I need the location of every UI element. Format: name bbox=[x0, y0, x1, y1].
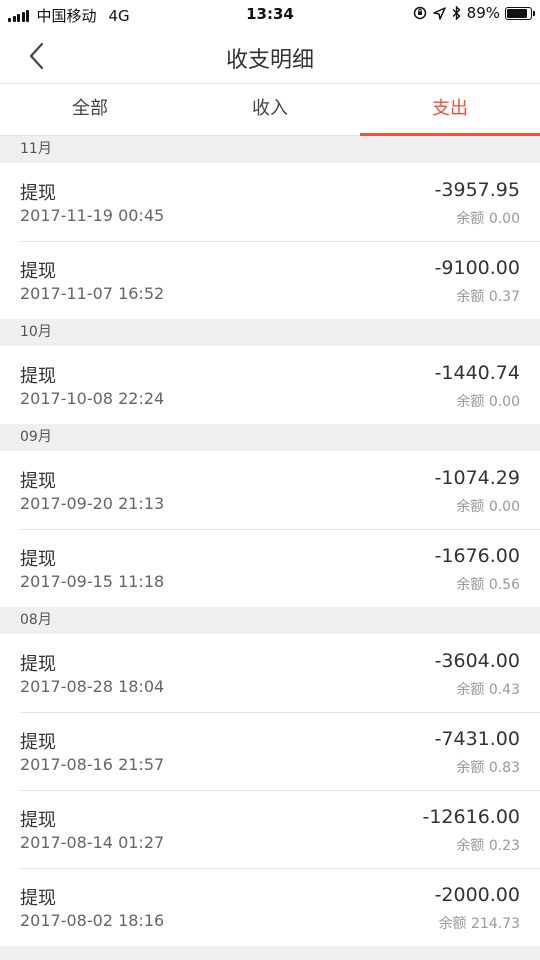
item-date: 2017-09-15 11:18 bbox=[20, 572, 165, 591]
status-right: 89% bbox=[407, 4, 535, 22]
item-title: 提现 bbox=[20, 366, 56, 387]
month-header: 11月 bbox=[0, 136, 540, 163]
list-item[interactable]: 提现 2017-09-20 21:13 -1074.29 余额 0.00 bbox=[0, 451, 540, 529]
orientation-lock-icon bbox=[413, 6, 427, 20]
tab-all[interactable]: 全部 bbox=[0, 84, 180, 135]
battery-percent: 89% bbox=[466, 4, 500, 22]
list-item[interactable]: 提现 2017-08-14 01:27 -12616.00 余额 0.23 bbox=[0, 790, 540, 868]
item-balance: 余额 0.00 bbox=[456, 211, 520, 227]
page-title: 收支明细 bbox=[225, 48, 314, 73]
item-amount: -1676.00 bbox=[434, 545, 520, 567]
item-date: 2017-11-07 16:52 bbox=[20, 284, 165, 303]
tab-bar: 全部 收入 支出 bbox=[0, 84, 540, 136]
list-item[interactable]: 提现 2017-08-16 21:57 -7431.00 余额 0.83 bbox=[0, 712, 540, 790]
month-group: 提现 2017-10-08 22:24 -1440.74 余额 0.00 bbox=[0, 346, 540, 424]
item-date: 2017-10-08 22:24 bbox=[20, 389, 165, 408]
item-amount: -12616.00 bbox=[422, 806, 520, 828]
tab-income[interactable]: 收入 bbox=[180, 84, 360, 135]
list-item[interactable]: 提现 2017-11-07 16:52 -9100.00 余额 0.37 bbox=[0, 241, 540, 319]
item-balance: 余额 0.83 bbox=[456, 760, 520, 776]
item-title: 提现 bbox=[20, 261, 56, 282]
item-balance: 余额 0.00 bbox=[456, 499, 520, 515]
item-title: 提现 bbox=[20, 654, 56, 675]
item-date: 2017-08-14 01:27 bbox=[20, 833, 165, 852]
item-title: 提现 bbox=[20, 888, 56, 909]
month-group: 提现 2017-08-28 18:04 -3604.00 余额 0.43 提现 … bbox=[0, 634, 540, 946]
location-icon bbox=[432, 6, 446, 20]
item-amount: -3957.95 bbox=[434, 179, 520, 201]
item-amount: -7431.00 bbox=[434, 728, 520, 750]
month-group: 提现 2017-09-20 21:13 -1074.29 余额 0.00 提现 … bbox=[0, 451, 540, 607]
item-amount: -1440.74 bbox=[434, 362, 520, 384]
navigation-bar: 收支明细 bbox=[0, 28, 540, 84]
item-title: 提现 bbox=[20, 810, 56, 831]
list-item[interactable]: 提现 2017-10-08 22:24 -1440.74 余额 0.00 bbox=[0, 346, 540, 424]
item-balance: 余额 0.23 bbox=[456, 838, 520, 854]
item-title: 提现 bbox=[20, 471, 56, 492]
item-amount: -9100.00 bbox=[434, 257, 520, 279]
item-balance: 余额 214.73 bbox=[438, 916, 520, 932]
list-item[interactable]: 提现 2017-09-15 11:18 -1676.00 余额 0.56 bbox=[0, 529, 540, 607]
month-header: 08月 bbox=[0, 607, 540, 634]
item-amount: -3604.00 bbox=[434, 650, 520, 672]
list-item[interactable]: 提现 2017-11-19 00:45 -3957.95 余额 0.00 bbox=[0, 163, 540, 241]
item-title: 提现 bbox=[20, 183, 56, 204]
item-date: 2017-08-16 21:57 bbox=[20, 755, 165, 774]
item-date: 2017-08-28 18:04 bbox=[20, 677, 165, 696]
item-date: 2017-11-19 00:45 bbox=[20, 206, 165, 225]
item-amount: -2000.00 bbox=[434, 884, 520, 906]
list-item[interactable]: 提现 2017-08-28 18:04 -3604.00 余额 0.43 bbox=[0, 634, 540, 712]
month-header: 09月 bbox=[0, 424, 540, 451]
item-balance: 余额 0.56 bbox=[456, 577, 520, 593]
item-title: 提现 bbox=[20, 549, 56, 570]
item-balance: 余额 0.43 bbox=[456, 682, 520, 698]
list-item[interactable]: 提现 2017-08-02 18:16 -2000.00 余额 214.73 bbox=[0, 868, 540, 946]
transaction-list: 11月 提现 2017-11-19 00:45 -3957.95 余额 0.00… bbox=[0, 136, 540, 946]
status-bar: 中国移动 4G 13:34 89% bbox=[0, 0, 540, 28]
tab-expense[interactable]: 支出 bbox=[360, 84, 540, 136]
item-title: 提现 bbox=[20, 732, 56, 753]
item-date: 2017-08-02 18:16 bbox=[20, 911, 165, 930]
item-balance: 余额 0.37 bbox=[456, 289, 520, 305]
bluetooth-icon bbox=[452, 6, 461, 20]
month-header: 10月 bbox=[0, 319, 540, 346]
item-amount: -1074.29 bbox=[434, 467, 520, 489]
item-balance: 余额 0.00 bbox=[456, 394, 520, 410]
month-group: 提现 2017-11-19 00:45 -3957.95 余额 0.00 提现 … bbox=[0, 163, 540, 319]
battery-icon bbox=[505, 6, 535, 20]
item-date: 2017-09-20 21:13 bbox=[20, 494, 165, 513]
